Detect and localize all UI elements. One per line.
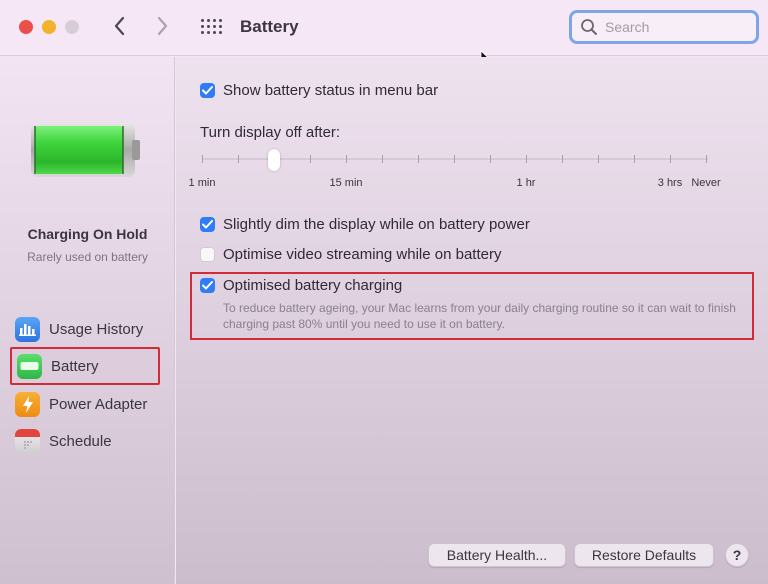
sidebar-item-label: Battery <box>51 357 99 375</box>
checkmark-icon <box>202 220 213 229</box>
checkmark-icon <box>202 86 213 95</box>
sidebar-item-label: Schedule <box>49 432 112 450</box>
dim-display-label: Slightly dim the display while on batter… <box>223 216 530 233</box>
search-icon <box>581 19 597 35</box>
optimised-charging-label: Optimised battery charging <box>223 277 403 294</box>
battery-level-icon <box>31 123 140 177</box>
battery-health-button[interactable]: Battery Health... <box>428 543 566 567</box>
dim-display-checkbox[interactable] <box>200 217 215 232</box>
slider-tick <box>670 155 671 163</box>
search-input[interactable] <box>605 19 745 35</box>
sidebar-item-schedule[interactable]: Schedule <box>10 423 160 459</box>
sidebar-item-power-adapter[interactable]: Power Adapter <box>10 386 160 422</box>
slider-tick-label: Never <box>691 177 721 189</box>
battery-status-subtitle: Rarely used on battery <box>27 250 148 264</box>
lightning-icon <box>15 391 40 417</box>
chevron-right-icon <box>157 16 168 36</box>
slider-tick <box>598 155 599 163</box>
bar-chart-icon <box>15 316 40 342</box>
optimise-video-checkbox[interactable] <box>200 247 215 262</box>
slider-tick <box>562 155 563 163</box>
zoom-window-button[interactable] <box>65 20 79 34</box>
slider-tick <box>202 155 203 163</box>
slider-tick <box>634 155 635 163</box>
search-field[interactable] <box>569 10 759 44</box>
help-button[interactable]: ? <box>725 543 749 567</box>
battery-settings-pane: Show battery status in menu bar Turn dis… <box>176 57 768 584</box>
slider-tick <box>454 155 455 163</box>
slider-tick <box>310 155 311 163</box>
slider-thumb[interactable] <box>268 149 280 171</box>
dim-display-option[interactable]: Slightly dim the display while on batter… <box>200 216 530 233</box>
title-bar: Battery <box>0 0 768 56</box>
minimize-window-button[interactable] <box>42 20 56 34</box>
optimise-video-option[interactable]: Optimise video streaming while on batter… <box>200 246 501 263</box>
forward-button[interactable] <box>151 13 173 41</box>
optimise-video-label: Optimise video streaming while on batter… <box>223 246 502 263</box>
optimised-charging-checkbox[interactable] <box>200 278 215 293</box>
slider-tick <box>346 155 347 163</box>
slider-tick <box>418 155 419 163</box>
display-off-slider[interactable] <box>200 149 710 171</box>
restore-defaults-button[interactable]: Restore Defaults <box>574 543 714 567</box>
show-battery-status-label: Show battery status in menu bar <box>223 82 439 99</box>
slider-tick <box>382 155 383 163</box>
checkmark-icon <box>202 281 213 290</box>
display-off-label: Turn display off after: <box>200 124 341 141</box>
back-button[interactable] <box>109 13 131 41</box>
sidebar-item-usage-history[interactable]: Usage History <box>10 311 160 347</box>
slider-tick-label: 3 hrs <box>657 177 683 189</box>
slider-tick <box>526 155 527 163</box>
calendar-icon <box>15 428 40 454</box>
close-window-button[interactable] <box>19 20 33 34</box>
show-all-grid-icon[interactable] <box>201 19 223 36</box>
sidebar-item-label: Power Adapter <box>49 395 148 413</box>
show-battery-status-option[interactable]: Show battery status in menu bar <box>200 82 438 99</box>
sidebar-item-battery[interactable]: Battery <box>10 347 160 385</box>
slider-tick-label: 15 min <box>329 177 363 189</box>
slider-tick-label: 1 min <box>188 177 216 189</box>
battery-status-title: Charging On Hold <box>27 226 148 242</box>
slider-tick <box>490 155 491 163</box>
chevron-left-icon <box>114 16 125 36</box>
slider-tick <box>706 155 707 163</box>
window-title: Battery <box>240 17 299 36</box>
sidebar-item-label: Usage History <box>49 320 144 338</box>
show-battery-status-checkbox[interactable] <box>200 83 215 98</box>
optimised-charging-description: To reduce battery ageing, your Mac learn… <box>223 301 736 331</box>
battery-icon <box>17 353 42 379</box>
slider-tick <box>238 155 239 163</box>
slider-tick-label: 1 hr <box>516 177 536 189</box>
sidebar: Charging On Hold Rarely used on battery … <box>0 57 175 584</box>
optimised-charging-option[interactable]: Optimised battery charging <box>200 277 402 294</box>
